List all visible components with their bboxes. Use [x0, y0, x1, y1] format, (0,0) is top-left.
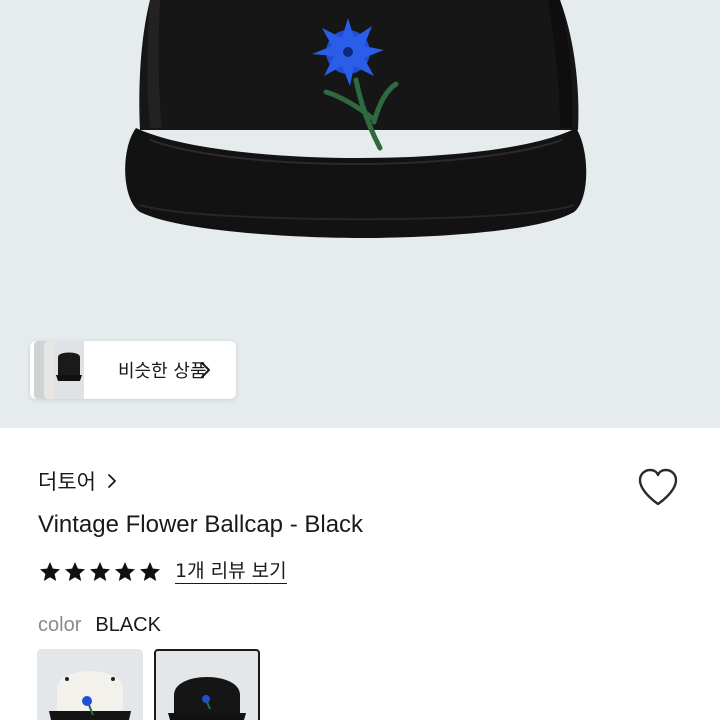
star-icon: [140, 562, 160, 581]
chevron-right-icon: [201, 362, 210, 378]
star-icon: [90, 562, 110, 581]
similar-thumbnails: [30, 341, 84, 399]
brand-name: 더토어: [38, 470, 96, 494]
wishlist-heart-icon[interactable]: [636, 466, 680, 508]
star-icon: [65, 562, 85, 581]
black-cap-thumbnail: [168, 677, 246, 720]
chevron-right-icon: [108, 474, 116, 488]
similar-products-button[interactable]: 비슷한 상품: [30, 341, 236, 399]
product-title: Vintage Flower Ballcap - Black: [38, 511, 364, 538]
rating-stars: [38, 560, 163, 584]
star-icon: [40, 562, 60, 581]
similar-thumb: [54, 341, 84, 399]
product-image[interactable]: 비슷한 상품: [0, 0, 720, 428]
color-value: BLACK: [95, 614, 161, 636]
color-label: color: [38, 614, 82, 636]
rating-row: 1개 리뷰 보기: [38, 560, 287, 584]
review-link[interactable]: 1개 리뷰 보기: [175, 560, 287, 584]
black-cap-swatch[interactable]: [154, 649, 260, 720]
brand-link[interactable]: 더토어: [38, 466, 118, 496]
color-option-row: color BLACK: [38, 614, 161, 637]
white-cap-swatch[interactable]: [37, 649, 143, 720]
star-icon: [115, 562, 135, 581]
similar-products-label: 비슷한 상품: [118, 361, 207, 382]
white-cap-thumbnail: [49, 671, 131, 720]
